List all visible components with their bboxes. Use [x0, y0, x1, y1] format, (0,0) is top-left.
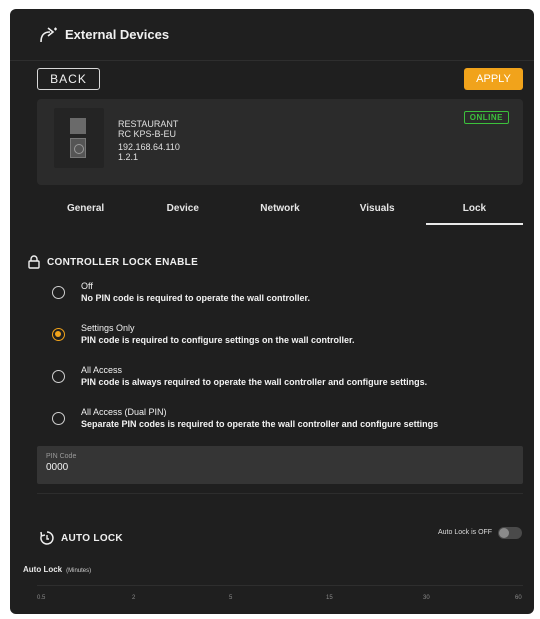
slider-tick: 30	[423, 595, 430, 601]
option-description: PIN code is required to configure settin…	[81, 335, 355, 345]
slider-tick: 60	[515, 595, 522, 601]
pin-code-field[interactable]: PIN Code 0000	[37, 446, 523, 484]
device-info: RESTAURANT RC KPS-B-EU 192.168.64.110 1.…	[118, 119, 180, 162]
slider-ticks: 0.5 2 5 15 30 60	[37, 595, 523, 605]
auto-lock-title: AUTO LOCK	[61, 532, 123, 544]
panel-header: External Devices	[10, 9, 534, 61]
auto-lock-label-text: Auto Lock	[23, 565, 63, 574]
device-ip: 192.168.64.110	[118, 142, 180, 152]
radio-settings-only[interactable]	[52, 328, 65, 341]
option-name: All Access	[81, 365, 123, 375]
slider-tick: 5	[229, 595, 233, 601]
device-model: RC KPS-B-EU	[118, 129, 177, 139]
lock-option-all-access[interactable]: All Access PIN code is always required t…	[52, 364, 427, 388]
device-name: RESTAURANT	[118, 119, 179, 129]
external-devices-panel: External Devices BACK APPLY RESTAURANT R…	[10, 9, 534, 614]
auto-lock-timer-icon	[39, 530, 55, 546]
external-link-icon	[37, 25, 59, 45]
controller-lock-heading: CONTROLLER LOCK ENABLE	[27, 255, 198, 269]
auto-lock-heading: AUTO LOCK	[39, 530, 123, 546]
page-title: External Devices	[65, 27, 170, 42]
device-button	[70, 138, 86, 158]
radio-all-access[interactable]	[52, 370, 65, 383]
section-divider	[37, 493, 523, 494]
auto-lock-unit: (Minutes)	[66, 568, 92, 574]
tab-bar: General Device Network Visuals Lock	[37, 199, 524, 225]
pin-code-value[interactable]: 0000	[46, 462, 514, 473]
slider-tick: 15	[326, 595, 333, 601]
option-description: Separate PIN codes is required to operat…	[81, 419, 439, 429]
tab-lock[interactable]: Lock	[425, 199, 524, 225]
auto-lock-slider[interactable]	[37, 585, 523, 586]
lock-option-settings-only[interactable]: Settings Only PIN code is required to co…	[52, 322, 355, 346]
tab-general[interactable]: General	[37, 199, 134, 225]
slider-tick: 2	[132, 595, 136, 601]
option-description: PIN code is always required to operate t…	[81, 377, 428, 387]
controller-lock-title: CONTROLLER LOCK ENABLE	[47, 256, 199, 268]
apply-button[interactable]: APPLY	[464, 68, 523, 90]
auto-lock-toggle[interactable]	[498, 527, 522, 539]
device-thumbnail	[54, 108, 104, 168]
option-name: Settings Only	[81, 323, 135, 333]
tab-device[interactable]: Device	[134, 199, 231, 225]
lock-option-off[interactable]: Off No PIN code is required to operate t…	[52, 280, 310, 304]
radio-off[interactable]	[52, 286, 65, 299]
device-version: 1.2.1	[118, 152, 139, 162]
auto-lock-status: Auto Lock is OFF	[438, 529, 493, 536]
option-name: Off	[81, 281, 93, 291]
pin-code-label: PIN Code	[46, 453, 77, 460]
device-card: RESTAURANT RC KPS-B-EU 192.168.64.110 1.…	[37, 99, 523, 185]
lock-icon	[27, 255, 41, 269]
option-description: No PIN code is required to operate the w…	[81, 293, 311, 303]
lock-option-dual-pin[interactable]: All Access (Dual PIN) Separate PIN codes…	[52, 406, 438, 430]
back-button[interactable]: BACK	[37, 68, 100, 90]
slider-tick: 0.5	[37, 595, 46, 601]
status-badge: ONLINE	[463, 111, 509, 124]
tab-network[interactable]: Network	[231, 199, 328, 225]
tab-visuals[interactable]: Visuals	[329, 199, 426, 225]
auto-lock-label: Auto Lock (Minutes)	[23, 565, 91, 574]
device-screen	[70, 118, 86, 134]
option-name: All Access (Dual PIN)	[81, 407, 167, 417]
radio-dual-pin[interactable]	[52, 412, 65, 425]
